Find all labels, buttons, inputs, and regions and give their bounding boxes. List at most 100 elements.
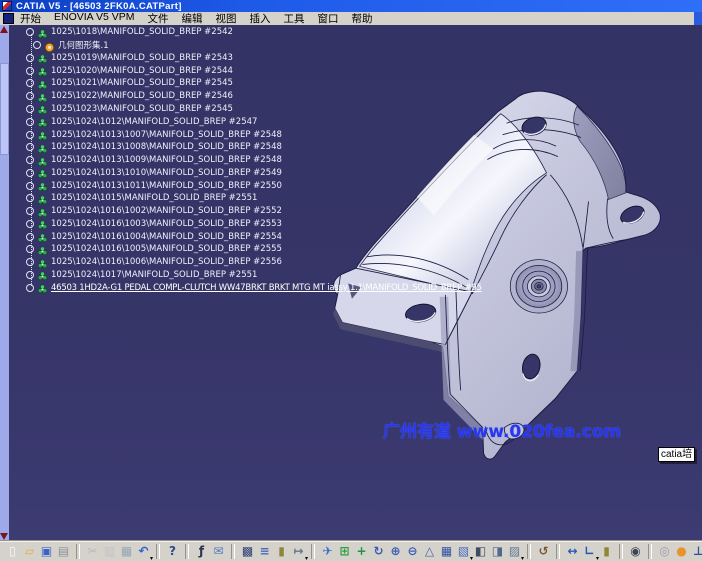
tree-item-label[interactable]: 1025\1024\1013\1009\MANIFOLD_SOLID_BREP … [51,155,282,165]
menu-item-5[interactable]: 插入 [250,11,271,26]
tree-item[interactable]: 1025\1022\MANIFOLD_SOLID_BREP #2546 [10,90,482,103]
tree-node-circle[interactable] [26,105,34,113]
lock-icon[interactable]: ▮ [274,544,289,559]
tree-item[interactable]: 1025\1024\1016\1003\MANIFOLD_SOLID_BREP … [10,217,482,230]
tree-item-label[interactable]: 1025\1023\MANIFOLD_SOLID_BREP #2545 [51,104,233,114]
tree-item[interactable]: 1025\1024\1013\1007\MANIFOLD_SOLID_BREP … [10,128,482,141]
tree-item-label[interactable]: 1025\1024\1012\MANIFOLD_SOLID_BREP #2547 [51,117,257,127]
tree-item-label[interactable]: 1025\1024\1016\1005\MANIFOLD_SOLID_BREP … [51,244,282,254]
paste-icon[interactable]: ▦ [119,544,134,559]
tree-item-label[interactable]: 1025\1024\1013\1007\MANIFOLD_SOLID_BREP … [51,130,282,140]
tree-item-label[interactable]: 1025\1021\MANIFOLD_SOLID_BREP #2545 [51,78,233,88]
new-document-icon[interactable]: ▯ [5,544,20,559]
tree-node-circle[interactable] [33,41,41,49]
tree-item[interactable]: 1025\1024\1017\MANIFOLD_SOLID_BREP #2551 [10,269,482,282]
shaded-edges-icon[interactable]: ◨ [490,544,505,559]
tree-item-label[interactable]: 1025\1024\1016\1003\MANIFOLD_SOLID_BREP … [51,219,282,229]
tree-item[interactable]: 1025\1024\1015\MANIFOLD_SOLID_BREP #2551 [10,192,482,205]
scroll-up-arrow[interactable] [0,26,8,33]
tree-node-circle[interactable] [26,220,34,228]
view-mode-icon[interactable]: ▨▾ [507,544,522,559]
zoom-out-icon[interactable]: ⊖ [405,544,420,559]
scroll-thumb[interactable] [0,63,9,155]
tree-item[interactable]: 1025\1020\MANIFOLD_SOLID_BREP #2544 [10,64,482,77]
dropdown-arrow-icon[interactable]: ▾ [305,556,308,561]
tree-scrollbar[interactable] [0,25,9,541]
compass-icon[interactable]: ◎ [657,544,672,559]
tree-item[interactable]: 1025\1024\1013\1008\MANIFOLD_SOLID_BREP … [10,141,482,154]
undo-icon[interactable]: ↶▾ [136,544,151,559]
copy-icon[interactable]: ▥ [102,544,117,559]
tree-node-circle[interactable] [26,131,34,139]
fit-all-icon[interactable]: ⊞ [337,544,352,559]
tree-item[interactable]: 1025\1024\1013\1009\MANIFOLD_SOLID_BREP … [10,154,482,167]
tree-item[interactable]: 1025\1024\1016\1006\MANIFOLD_SOLID_BREP … [10,256,482,269]
fly-mode-icon[interactable]: ✈ [320,544,335,559]
tree-item-label[interactable]: 1025\1019\MANIFOLD_SOLID_BREP #2543 [51,53,233,63]
cut-icon[interactable]: ✂ [85,544,100,559]
tree-node-circle[interactable] [26,67,34,75]
tree-item[interactable]: 1025\1019\MANIFOLD_SOLID_BREP #2543 [10,52,482,65]
tree-node-circle[interactable] [26,169,34,177]
measure-lock-icon[interactable]: ▮ [599,544,614,559]
tree-item-label[interactable]: 1025\1024\1016\1004\MANIFOLD_SOLID_BREP … [51,232,282,242]
tree-node-circle[interactable] [26,182,34,190]
tree-node-circle[interactable] [26,92,34,100]
tree-node-circle[interactable] [26,207,34,215]
menu-item-3[interactable]: 编辑 [182,11,203,26]
tree-node-circle[interactable] [26,245,34,253]
normal-view-icon[interactable]: △ [422,544,437,559]
tree-node-circle[interactable] [26,28,34,36]
save-icon[interactable]: ▣ [39,544,54,559]
measure-item-icon[interactable]: ∟▾ [582,544,597,559]
annotation-icon[interactable]: ✉ [211,544,226,559]
tree-node-circle[interactable] [26,284,34,292]
tree-item[interactable]: 1025\1021\MANIFOLD_SOLID_BREP #2545 [10,77,482,90]
tree-node-circle[interactable] [26,54,34,62]
tree-item-label[interactable]: 1025\1024\1013\1011\MANIFOLD_SOLID_BREP … [51,181,282,191]
menu-item-0[interactable]: 开始 [20,11,41,26]
tree-item-label[interactable]: 46503 1HD2A-G1 PEDAL COMPL-CLUTCH WW47BR… [51,283,482,293]
zoom-in-icon[interactable]: ⊕ [388,544,403,559]
tree-item-label[interactable]: 1025\1018\MANIFOLD_SOLID_BREP #2542 [51,27,233,37]
tree-item-label[interactable]: 几何图形集.1 [58,39,109,51]
tree-item-label[interactable]: 1025\1020\MANIFOLD_SOLID_BREP #2544 [51,66,233,76]
viewport-3d[interactable]: 1025\1018\MANIFOLD_SOLID_BREP #2542 几何图形集… [0,25,702,541]
axis-system-icon[interactable]: ⊥ [691,544,702,559]
tree-item[interactable]: 1025\1024\1012\MANIFOLD_SOLID_BREP #2547 [10,115,482,128]
tree-node-circle[interactable] [26,79,34,87]
tree-item-label[interactable]: 1025\1024\1016\1006\MANIFOLD_SOLID_BREP … [51,257,282,267]
menu-item-8[interactable]: 帮助 [352,11,373,26]
whats-this-icon[interactable]: ? [165,544,180,559]
catalog-icon[interactable]: ● [674,544,689,559]
dropdown-arrow-icon[interactable]: ▾ [150,556,153,561]
pan-icon[interactable]: + [354,544,369,559]
print-icon[interactable]: ▤ [56,544,71,559]
tree-item[interactable]: 1025\1018\MANIFOLD_SOLID_BREP #2542 [10,26,482,39]
tree-item[interactable]: 46503 1HD2A-G1 PEDAL COMPL-CLUTCH WW47BR… [10,281,482,294]
grid-icon[interactable]: ▩ [240,544,255,559]
render-icon[interactable]: ◉ [628,544,643,559]
menu-item-6[interactable]: 工具 [284,11,305,26]
tree-node-circle[interactable] [26,258,34,266]
tree-item[interactable]: 1025\1024\1016\1005\MANIFOLD_SOLID_BREP … [10,243,482,256]
tree-item-label[interactable]: 1025\1024\1013\1010\MANIFOLD_SOLID_BREP … [51,168,282,178]
document-window-icon[interactable] [3,13,14,24]
tree-node-circle[interactable] [26,271,34,279]
multi-view-icon[interactable]: ▦ [439,544,454,559]
tree-item-label[interactable]: 1025\1024\1016\1002\MANIFOLD_SOLID_BREP … [51,206,282,216]
measure-between-icon[interactable]: ↔ [565,544,580,559]
menu-item-4[interactable]: 视图 [216,11,237,26]
tree-item[interactable]: 1025\1024\1016\1002\MANIFOLD_SOLID_BREP … [10,205,482,218]
tree-item-label[interactable]: 1025\1022\MANIFOLD_SOLID_BREP #2546 [51,91,233,101]
tree-item[interactable]: 1025\1024\1013\1010\MANIFOLD_SOLID_BREP … [10,166,482,179]
tree-item[interactable]: 1025\1023\MANIFOLD_SOLID_BREP #2545 [10,103,482,116]
menu-item-7[interactable]: 窗口 [318,11,339,26]
structure-tree-icon[interactable]: ≡ [257,544,272,559]
scroll-down-arrow[interactable] [0,533,8,540]
tree-item[interactable]: 几何图形集.1 [10,39,482,52]
tree-item[interactable]: 1025\1024\1013\1011\MANIFOLD_SOLID_BREP … [10,179,482,192]
tree-node-circle[interactable] [26,194,34,202]
tree-node-circle[interactable] [26,118,34,126]
formula-icon[interactable]: ƒ [194,544,209,559]
